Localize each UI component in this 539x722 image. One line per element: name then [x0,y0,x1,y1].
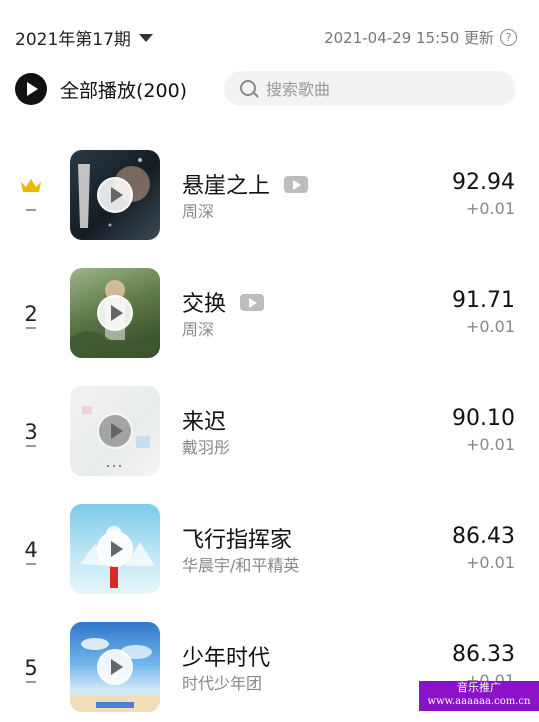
song-artist: 时代少年团 [182,674,263,693]
album-cover[interactable] [70,504,160,594]
rank-number: 2 [24,302,38,326]
song-row[interactable]: 3 来迟 戴羽彤 90.10 +0.01 [0,386,539,486]
help-icon[interactable]: ? [500,29,517,46]
song-artist: 周深 [182,320,215,339]
song-title-text: 少年时代 [182,646,271,671]
song-title: 交换 [182,286,265,318]
period-label: 2021年第17期 [15,30,131,50]
watermark-url: www.aaaaaa.com.cn [427,696,531,707]
score-change: +0.01 [465,199,515,218]
chevron-down-icon [138,33,153,42]
album-cover[interactable] [70,386,160,476]
song-artist: 周深 [182,202,215,221]
trend-flat-icon [26,681,36,683]
mv-icon[interactable] [284,175,309,193]
rank-number: 3 [24,420,38,444]
song-score: 91.71 [452,288,515,313]
song-title-text: 悬崖之上 [182,174,271,199]
score-change: +0.01 [465,317,515,336]
song-score: 86.33 [452,642,515,667]
cover-play-icon[interactable] [97,295,133,331]
song-title: 悬崖之上 [182,168,309,200]
search-icon [240,80,256,96]
song-artist: 华晨宇/和平精英 [182,556,300,575]
song-title-text: 交换 [182,292,227,317]
cover-play-icon[interactable] [97,531,133,567]
song-row[interactable]: 4 飞行指挥家 华晨宇/和平精英 86.43 +0.01 [0,504,539,604]
watermark-title: 音乐推广 [457,681,501,694]
song-title: 来迟 [182,404,226,436]
trend-flat-icon [26,327,36,329]
song-row[interactable]: 悬崖之上 周深 92.94 +0.01 [0,150,539,250]
song-artist: 戴羽彤 [182,438,231,457]
album-cover[interactable] [70,622,160,712]
play-all-button[interactable]: 全部播放(200) [60,76,187,103]
toolbar: 全部播放(200) [15,70,525,108]
cover-play-icon[interactable] [97,177,133,213]
search-box[interactable] [224,71,516,108]
update-time-label: 2021-04-29 15:50 更新 [324,29,494,47]
song-score: 86.43 [452,524,515,549]
song-title: 飞行指挥家 [182,522,292,554]
trend-flat-icon [26,209,36,211]
watermark: 音乐推广 www.aaaaaa.com.cn [419,681,539,711]
search-input[interactable] [264,71,508,108]
score-change: +0.01 [465,553,515,572]
score-change: +0.01 [465,435,515,454]
chart-header: 2021年第17期 2021-04-29 15:50 更新 ? [0,0,539,70]
song-title: 少年时代 [182,640,270,672]
rank-number: 5 [24,656,38,680]
period-selector[interactable]: 2021年第17期 [15,25,153,50]
album-cover[interactable] [70,268,160,358]
update-time: 2021-04-29 15:50 更新 ? [324,27,517,48]
cover-play-icon[interactable] [97,649,133,685]
crown-icon [21,179,41,192]
song-score: 92.94 [452,170,515,195]
song-title-text: 来迟 [182,410,227,435]
cover-play-icon[interactable] [97,413,133,449]
play-all-icon[interactable] [15,73,47,105]
mv-icon[interactable] [240,293,265,311]
song-row[interactable]: 2 交换 周深 91.71 +0.01 [0,268,539,368]
rank-number: 4 [24,538,38,562]
song-score: 90.10 [452,406,515,431]
song-title-text: 飞行指挥家 [182,528,293,553]
trend-flat-icon [26,563,36,565]
album-cover[interactable] [70,150,160,240]
trend-flat-icon [26,445,36,447]
